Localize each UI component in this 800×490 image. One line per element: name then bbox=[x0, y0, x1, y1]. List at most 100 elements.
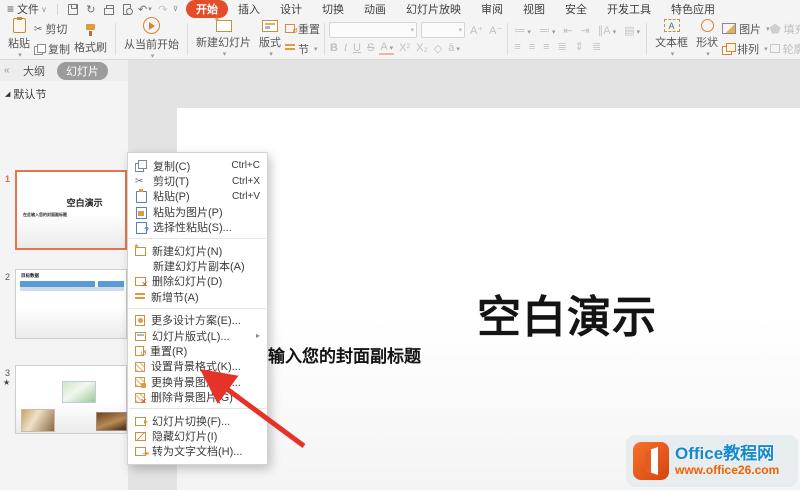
reset-icon bbox=[285, 24, 295, 33]
menu-item-format-background[interactable]: 设置背景格式(K)... bbox=[128, 359, 267, 374]
strikethrough-button[interactable]: S bbox=[366, 42, 375, 54]
menu-item-change-background-picture[interactable]: 更换背景图片(B)... bbox=[128, 374, 267, 389]
tab-devtools[interactable]: 开发工具 bbox=[597, 0, 661, 18]
tab-special-apps[interactable]: 特色应用 bbox=[661, 0, 725, 18]
columns-icon[interactable]: ▤ bbox=[622, 24, 642, 37]
thumbnail-image bbox=[96, 412, 127, 431]
menu-item-add-section[interactable]: 新增节(A) bbox=[128, 289, 267, 304]
layout-icon bbox=[262, 20, 278, 32]
print-preview-icon[interactable] bbox=[120, 3, 134, 16]
hamburger-icon: ≡ bbox=[7, 2, 14, 16]
tab-security[interactable]: 安全 bbox=[555, 0, 597, 18]
font-color-button[interactable]: A bbox=[379, 41, 394, 55]
shapes-button[interactable]: 形状 bbox=[692, 19, 722, 59]
format-painter-button[interactable]: 格式刷 bbox=[70, 19, 111, 59]
divider bbox=[57, 4, 58, 15]
menu-item-delete-slide[interactable]: 删除幻灯片(D) bbox=[128, 274, 267, 289]
slide-layout-button[interactable]: 版式 bbox=[255, 19, 285, 59]
menu-item-delete-background-picture[interactable]: 删除背景图片(G) bbox=[128, 389, 267, 404]
menu-item-paste-as-picture[interactable]: 粘贴为图片(P) bbox=[128, 204, 267, 219]
line-spacing-icon[interactable]: ⇕ bbox=[573, 40, 586, 53]
tab-slideshow[interactable]: 幻灯片放映 bbox=[396, 0, 471, 18]
paste-as-picture-icon bbox=[135, 206, 147, 218]
new-slide-button[interactable]: 新建幻灯片 bbox=[192, 19, 255, 59]
tab-review[interactable]: 审阅 bbox=[471, 0, 513, 18]
format-background-icon bbox=[135, 362, 145, 372]
arrange-button[interactable]: 排列 bbox=[722, 41, 770, 57]
tab-animation[interactable]: 动画 bbox=[354, 0, 396, 18]
menu-item-reset[interactable]: 重置(R) bbox=[128, 343, 267, 358]
tab-transition[interactable]: 切换 bbox=[312, 0, 354, 18]
slide-1-thumbnail[interactable]: 空白演示 在此输入您的封面副标题 bbox=[15, 170, 127, 250]
menu-item-copy[interactable]: 复制(C) Ctrl+C bbox=[128, 158, 267, 173]
align-center-icon[interactable]: ≡ bbox=[527, 41, 537, 53]
fill-icon bbox=[770, 24, 781, 34]
align-left-icon[interactable]: ≡ bbox=[512, 41, 522, 53]
grow-font-button[interactable]: A⁺ bbox=[469, 24, 484, 37]
italic-button[interactable]: I bbox=[343, 42, 348, 54]
tab-home[interactable]: 开始 bbox=[186, 0, 228, 18]
textbox-button[interactable]: A 文本框 bbox=[651, 19, 692, 59]
submenu-arrow-icon: ▸ bbox=[256, 331, 260, 340]
cut-button[interactable]: 剪切 bbox=[34, 21, 70, 37]
menu-item-convert-to-text-document[interactable]: 转为文字文档(H)... bbox=[128, 444, 267, 459]
reset-button[interactable]: 重置 bbox=[285, 21, 320, 37]
collapse-panel-icon[interactable]: « bbox=[4, 65, 10, 76]
tab-design[interactable]: 设计 bbox=[270, 0, 312, 18]
align-right-icon[interactable]: ≡ bbox=[541, 41, 551, 53]
context-menu: 复制(C) Ctrl+C 剪切(T) Ctrl+X 粘贴(P) Ctrl+V 粘… bbox=[127, 152, 268, 465]
menu-item-slide-layout[interactable]: 幻灯片版式(L)... ▸ bbox=[128, 328, 267, 343]
tab-outline[interactable]: 大纲 bbox=[23, 63, 45, 79]
menu-item-hide-slide[interactable]: 隐藏幻灯片(I) bbox=[128, 428, 267, 443]
decrease-indent-icon[interactable]: ⇤ bbox=[561, 24, 574, 37]
tab-view[interactable]: 视图 bbox=[513, 0, 555, 18]
shortcut: Ctrl+X bbox=[232, 176, 260, 187]
clear-format-button[interactable]: ◇ bbox=[433, 42, 443, 55]
slide-3-thumbnail[interactable] bbox=[15, 365, 127, 434]
menu-item-paste-special[interactable]: 选择性粘贴(S)... bbox=[128, 220, 267, 235]
wps-presentation-window: ≡ 文件 ∨ ↻ ↶▾ ↷ ⊽ 开始 插入 设计 切换 动画 幻灯片放映 审阅 … bbox=[0, 0, 800, 490]
subscript-button[interactable]: X₂ bbox=[415, 42, 429, 54]
menu-item-new-slide[interactable]: 新建幻灯片(N) bbox=[128, 243, 267, 258]
tab-insert[interactable]: 插入 bbox=[228, 0, 270, 18]
section-row[interactable]: ◢ 默认节 bbox=[0, 81, 128, 102]
increase-indent-icon[interactable]: ⇥ bbox=[579, 24, 592, 37]
bullets-icon[interactable]: ≔ bbox=[512, 24, 533, 37]
section-button[interactable]: 节 bbox=[285, 41, 320, 57]
textbox-icon: A bbox=[664, 19, 680, 32]
bold-button[interactable]: B bbox=[329, 42, 339, 54]
menu-item-more-designs[interactable]: 更多设计方案(E)... bbox=[128, 313, 267, 328]
redo-icon[interactable]: ↷ bbox=[156, 3, 170, 16]
menu-item-cut[interactable]: 剪切(T) Ctrl+X bbox=[128, 173, 267, 188]
print-icon[interactable] bbox=[102, 3, 116, 16]
numbering-icon[interactable]: ≕ bbox=[537, 24, 558, 37]
font-name-select[interactable] bbox=[329, 22, 417, 38]
save-icon[interactable] bbox=[66, 3, 80, 16]
menu-item-paste[interactable]: 粘贴(P) Ctrl+V bbox=[128, 189, 267, 204]
table-row-bar bbox=[20, 287, 124, 291]
shrink-font-button[interactable]: A⁻ bbox=[488, 24, 503, 37]
picture-button[interactable]: 图片 bbox=[722, 21, 770, 37]
fill-button[interactable]: 填充 bbox=[770, 21, 800, 37]
play-icon bbox=[143, 17, 160, 34]
copy-button[interactable]: 复制 bbox=[34, 41, 70, 57]
menu-item-duplicate-slide[interactable]: 新建幻灯片副本(A) bbox=[128, 258, 267, 273]
justify-icon[interactable]: ≣ bbox=[556, 40, 569, 53]
output-icon[interactable]: ↻ bbox=[84, 3, 98, 16]
font-size-select[interactable] bbox=[421, 22, 465, 38]
undo-icon[interactable]: ↶▾ bbox=[138, 3, 152, 16]
paste-button[interactable]: 粘贴 bbox=[4, 19, 34, 59]
menu-item-slide-transition[interactable]: 幻灯片切换(F)... bbox=[128, 413, 267, 428]
tab-slides[interactable]: 幻灯片 bbox=[57, 62, 108, 80]
outline-icon bbox=[770, 44, 780, 53]
outline-button[interactable]: 轮廓 bbox=[770, 41, 800, 57]
slide-2-thumbnail[interactable]: 目标数据 bbox=[15, 269, 127, 339]
file-menu[interactable]: ≡ 文件 ∨ bbox=[7, 1, 47, 17]
distribute-icon[interactable]: ≣ bbox=[590, 40, 603, 53]
char-shading-button[interactable]: ā bbox=[447, 42, 461, 54]
customize-toolbar-icon[interactable]: ⊽ bbox=[173, 5, 178, 13]
underline-button[interactable]: U bbox=[352, 42, 362, 54]
superscript-button[interactable]: X² bbox=[398, 42, 411, 54]
text-direction-icon[interactable]: ∥A bbox=[596, 24, 618, 37]
play-from-current-button[interactable]: 从当前开始 bbox=[120, 19, 183, 59]
